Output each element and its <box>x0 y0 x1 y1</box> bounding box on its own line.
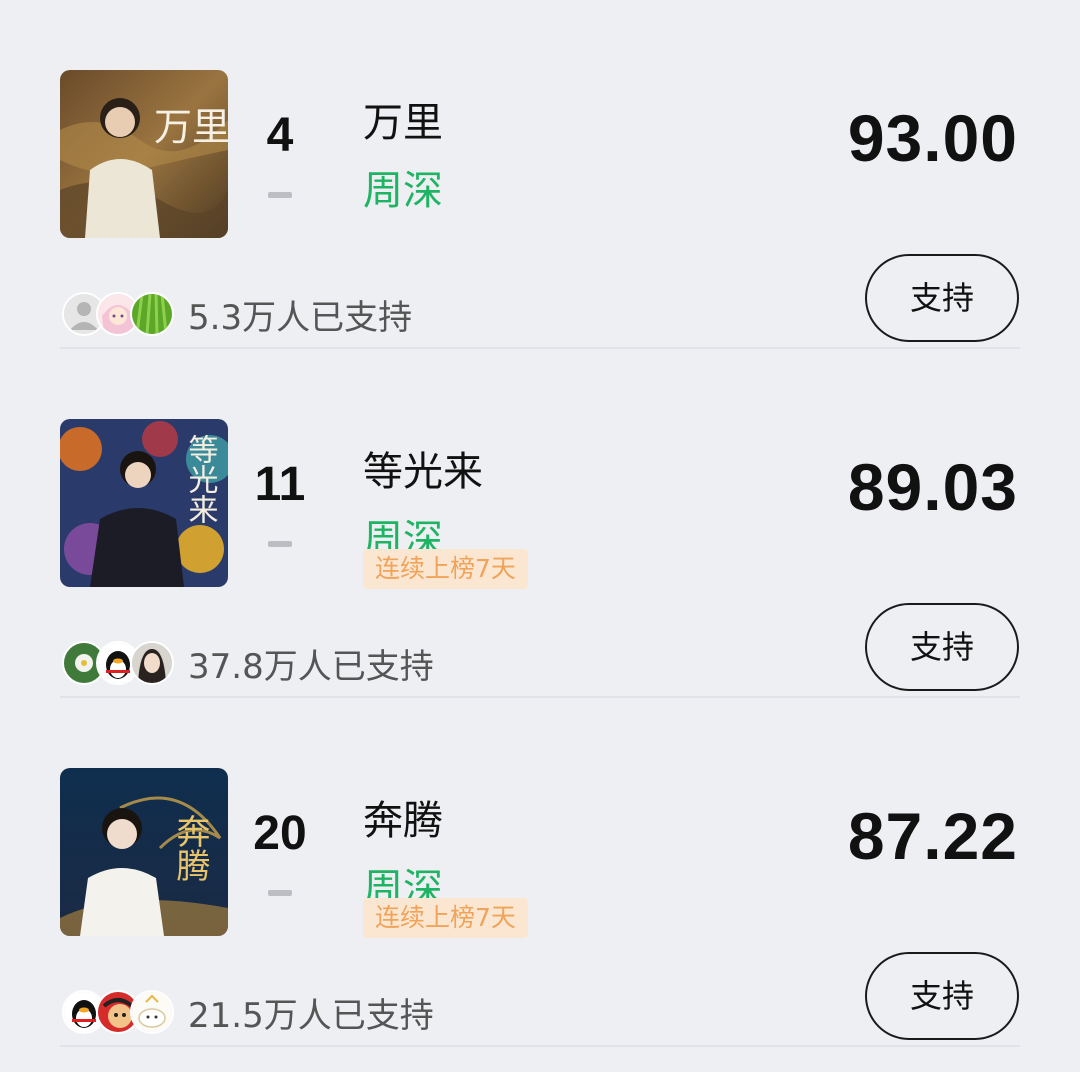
score-value: 87.22 <box>847 799 1018 873</box>
album-cover[interactable]: 奔腾 <box>60 768 228 936</box>
supporter-avatars <box>62 988 188 1036</box>
album-cover-art: 等光来 <box>60 419 228 587</box>
support-button[interactable]: 支持 <box>865 952 1019 1040</box>
song-title[interactable]: 奔腾 <box>363 788 443 846</box>
supporters-row: 21.5万人已支持 <box>62 988 434 1036</box>
song-title[interactable]: 万里 <box>363 90 443 148</box>
list-item[interactable]: 万里 4 万里 周深 93.00 5.3万人已支持 支持 <box>0 0 1080 349</box>
list-item[interactable]: 奔腾 20 奔腾 周深 连续上榜7天 87.22 21.5万人已支持 支持 <box>0 698 1080 1047</box>
album-cover[interactable]: 等光来 <box>60 419 228 587</box>
divider <box>60 1045 1020 1047</box>
cute-cloud-avatar-icon <box>130 990 174 1034</box>
green-grass-avatar-icon <box>130 292 174 336</box>
score-value: 89.03 <box>847 450 1018 524</box>
trend-flat-indicator <box>268 192 292 198</box>
album-cover-art: 奔腾 <box>60 768 228 936</box>
list-item[interactable]: 等光来 11 等光来 周深 连续上榜7天 89.03 37.8万人已支持 支持 <box>0 349 1080 698</box>
artist-name[interactable]: 周深 <box>363 158 443 216</box>
girl-photo-avatar-icon <box>130 641 174 685</box>
supporters-row: 37.8万人已支持 <box>62 639 434 687</box>
streak-badge: 连续上榜7天 <box>363 549 528 589</box>
album-cover-art: 万里 <box>60 70 228 238</box>
support-button[interactable]: 支持 <box>865 254 1019 342</box>
score-value: 93.00 <box>847 101 1018 175</box>
supporter-count: 21.5万人已支持 <box>188 995 434 1036</box>
supporter-count: 5.3万人已支持 <box>188 297 413 338</box>
trend-flat-indicator <box>268 541 292 547</box>
streak-badge: 连续上榜7天 <box>363 898 528 938</box>
cover-title-text: 万里 <box>154 105 228 149</box>
trend-flat-indicator <box>268 890 292 896</box>
supporter-count: 37.8万人已支持 <box>188 646 434 687</box>
supporter-avatars <box>62 639 188 687</box>
support-button[interactable]: 支持 <box>865 603 1019 691</box>
supporter-avatars <box>62 290 188 338</box>
album-cover[interactable]: 万里 <box>60 70 228 238</box>
song-title[interactable]: 等光来 <box>363 439 483 497</box>
rank-number: 11 <box>254 458 306 511</box>
rank-number: 4 <box>266 109 294 162</box>
rank-number: 20 <box>253 807 307 860</box>
cover-title-text: 等光来 <box>183 434 219 524</box>
cover-title-text: 奔腾 <box>170 814 210 882</box>
supporters-row: 5.3万人已支持 <box>62 290 412 338</box>
chart-song-list: 万里 4 万里 周深 93.00 5.3万人已支持 支持 等光来 11 等光来 … <box>0 0 1080 1072</box>
